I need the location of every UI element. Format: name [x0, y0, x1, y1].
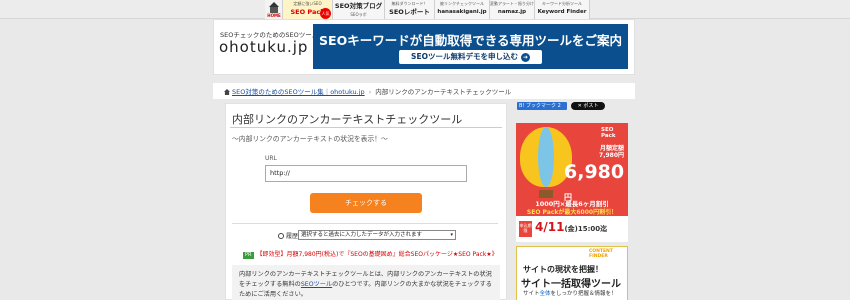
banner-cta-label: SEOツール無料デモを申し込む [411, 52, 518, 61]
deadline-time: (金)15:00迄 [564, 225, 608, 233]
ad2-line1: サイトの現状を把握！ [523, 265, 603, 274]
promo-big: namaz.jp [497, 9, 527, 15]
promo-big: SEOレポート [389, 8, 430, 16]
promo-big: SEO対策ブログ [334, 2, 383, 10]
history-label: 履歴 [286, 233, 299, 240]
content-finder-ad[interactable]: CONTENT FINDER サイトの現状を把握！ サイト一括取得ツール サイト… [516, 246, 628, 300]
pr-text: 【即効型】月額7,980円(税込)で『SEOの基礎固め』総合SEOパッケージ★S… [256, 251, 498, 258]
site-logo[interactable]: ohotuku.jp [219, 38, 308, 56]
breadcrumb-home-link[interactable]: SEO対策のためのSEOツール集｜ohotuku.jp [232, 88, 365, 96]
home-link[interactable]: HOME [265, 0, 283, 19]
promo-small: 無料ダウンロード！ [391, 1, 428, 6]
ad-deadline-bar: 申込期限 4/11(金)15:00迄 [516, 216, 628, 242]
promo-small: 被リンクチェックツール [440, 1, 484, 6]
popular-badge: 人気 [320, 8, 331, 19]
ad2-line3-b: 全体 [539, 291, 551, 297]
ad-discount-line-2: SEO Packが最大6000円割引！ [526, 209, 618, 216]
chevron-down-icon: ▾ [450, 232, 453, 238]
content-finder-logo: CONTENT FINDER [589, 249, 613, 259]
ad2-line2: サイト一括取得ツール [521, 279, 621, 290]
home-label: HOME [267, 13, 281, 18]
clock-icon [278, 233, 284, 239]
deadline-day: 4/11 [535, 220, 565, 234]
ad2-line3-c: をしっかり把握＆情報を！ [550, 291, 617, 297]
banner-title: SEOキーワードが自動取得できる専用ツールをご案内 [319, 33, 622, 48]
promo-small: キーワード分析ツール [542, 1, 582, 6]
promo-small: 定額に強いSEO [293, 1, 322, 6]
promo-big: Keyword Finder [537, 9, 587, 15]
banner-cta-button[interactable]: SEOツール無料デモを申し込む ➜ [399, 50, 542, 64]
balloon-stripe [538, 127, 554, 187]
promo-seo-pack[interactable]: 定額に強いSEO SEO Pack 人気 [283, 0, 333, 19]
promo-keyword-finder[interactable]: キーワード分析ツール Keyword Finder [535, 0, 590, 19]
pr-link[interactable]: PR 【即効型】月額7,980円(税込)で『SEOの基礎固め』総合SEOパッケージ… [243, 249, 498, 259]
title-divider [230, 127, 502, 128]
promo-seo-blog[interactable]: SEO対策ブログ SEOラボ [333, 0, 385, 19]
x-post-button[interactable]: ✕ ポスト [571, 102, 605, 110]
history-select[interactable]: 選択すると過去に入力したデータが入力されます ▾ [298, 230, 456, 240]
seo-pack-ad[interactable]: SEO Pack 月額定額 7,980円 6,980円 1000円×最長6ヶ月割… [516, 123, 628, 242]
description-text: 内部リンクのアンカーテキストチェックツールとは、内部リンクのアンカーテキストの状… [239, 270, 497, 300]
ad-price-value: 6,980 [564, 161, 625, 183]
promo-namaz[interactable]: 変動アラート・振り分け namaz.jp [490, 0, 535, 19]
balloon-basket [539, 190, 553, 198]
check-button[interactable]: チェックする [310, 193, 422, 213]
ad-monthly-price: 月額定額 7,980円 [599, 145, 624, 159]
history-label-wrap: 履歴 [278, 231, 298, 240]
breadcrumb-separator: › [368, 88, 372, 96]
ad2-line3: サイト全体をしっかり把握＆情報を！ [523, 289, 617, 297]
seo-tools-link[interactable]: SEOツール [301, 281, 332, 288]
deadline-date: 4/11(金)15:00迄 [535, 220, 607, 234]
header-banner[interactable]: SEOキーワードが自動取得できる専用ツールをご案内 SEOツール無料デモを申し込… [313, 24, 628, 69]
ad-brand: SEO Pack [601, 127, 616, 139]
ad2-line3-a: サイト [523, 291, 540, 297]
promo-seo-report[interactable]: 無料ダウンロード！ SEOレポート [385, 0, 435, 19]
breadcrumb-current: 内部リンクのアンカーテキストチェックツール [375, 88, 512, 96]
promo-hanasakigani[interactable]: 被リンクチェックツール hanasakigani.jp [435, 0, 490, 19]
arrow-right-icon: ➜ [520, 52, 530, 62]
pr-tag: PR [243, 252, 254, 259]
page-subtitle: ～内部リンクのアンカーテキストの状況を表示！～ [232, 135, 388, 143]
breadcrumb: SEO対策のためのSEOツール集｜ohotuku.jp › 内部リンクのアンカーテキ… [224, 86, 511, 96]
promo-small: 変動アラート・振り分け [490, 1, 534, 6]
section-divider [232, 223, 498, 224]
url-label: URL [265, 155, 277, 162]
history-select-value: 選択すると過去に入力したデータが入力されます [301, 232, 423, 238]
hatena-bookmark-button[interactable]: B! ブックマーク 2 [517, 102, 567, 110]
promo-small: SEOラボ [350, 12, 367, 17]
url-input[interactable]: http:// [265, 165, 467, 182]
deadline-label: 申込期限 [519, 221, 532, 237]
home-icon [224, 89, 230, 95]
promo-big: hanasakigani.jp [437, 9, 487, 15]
page-title: 内部リンクのアンカーテキストチェックツール [232, 113, 463, 126]
